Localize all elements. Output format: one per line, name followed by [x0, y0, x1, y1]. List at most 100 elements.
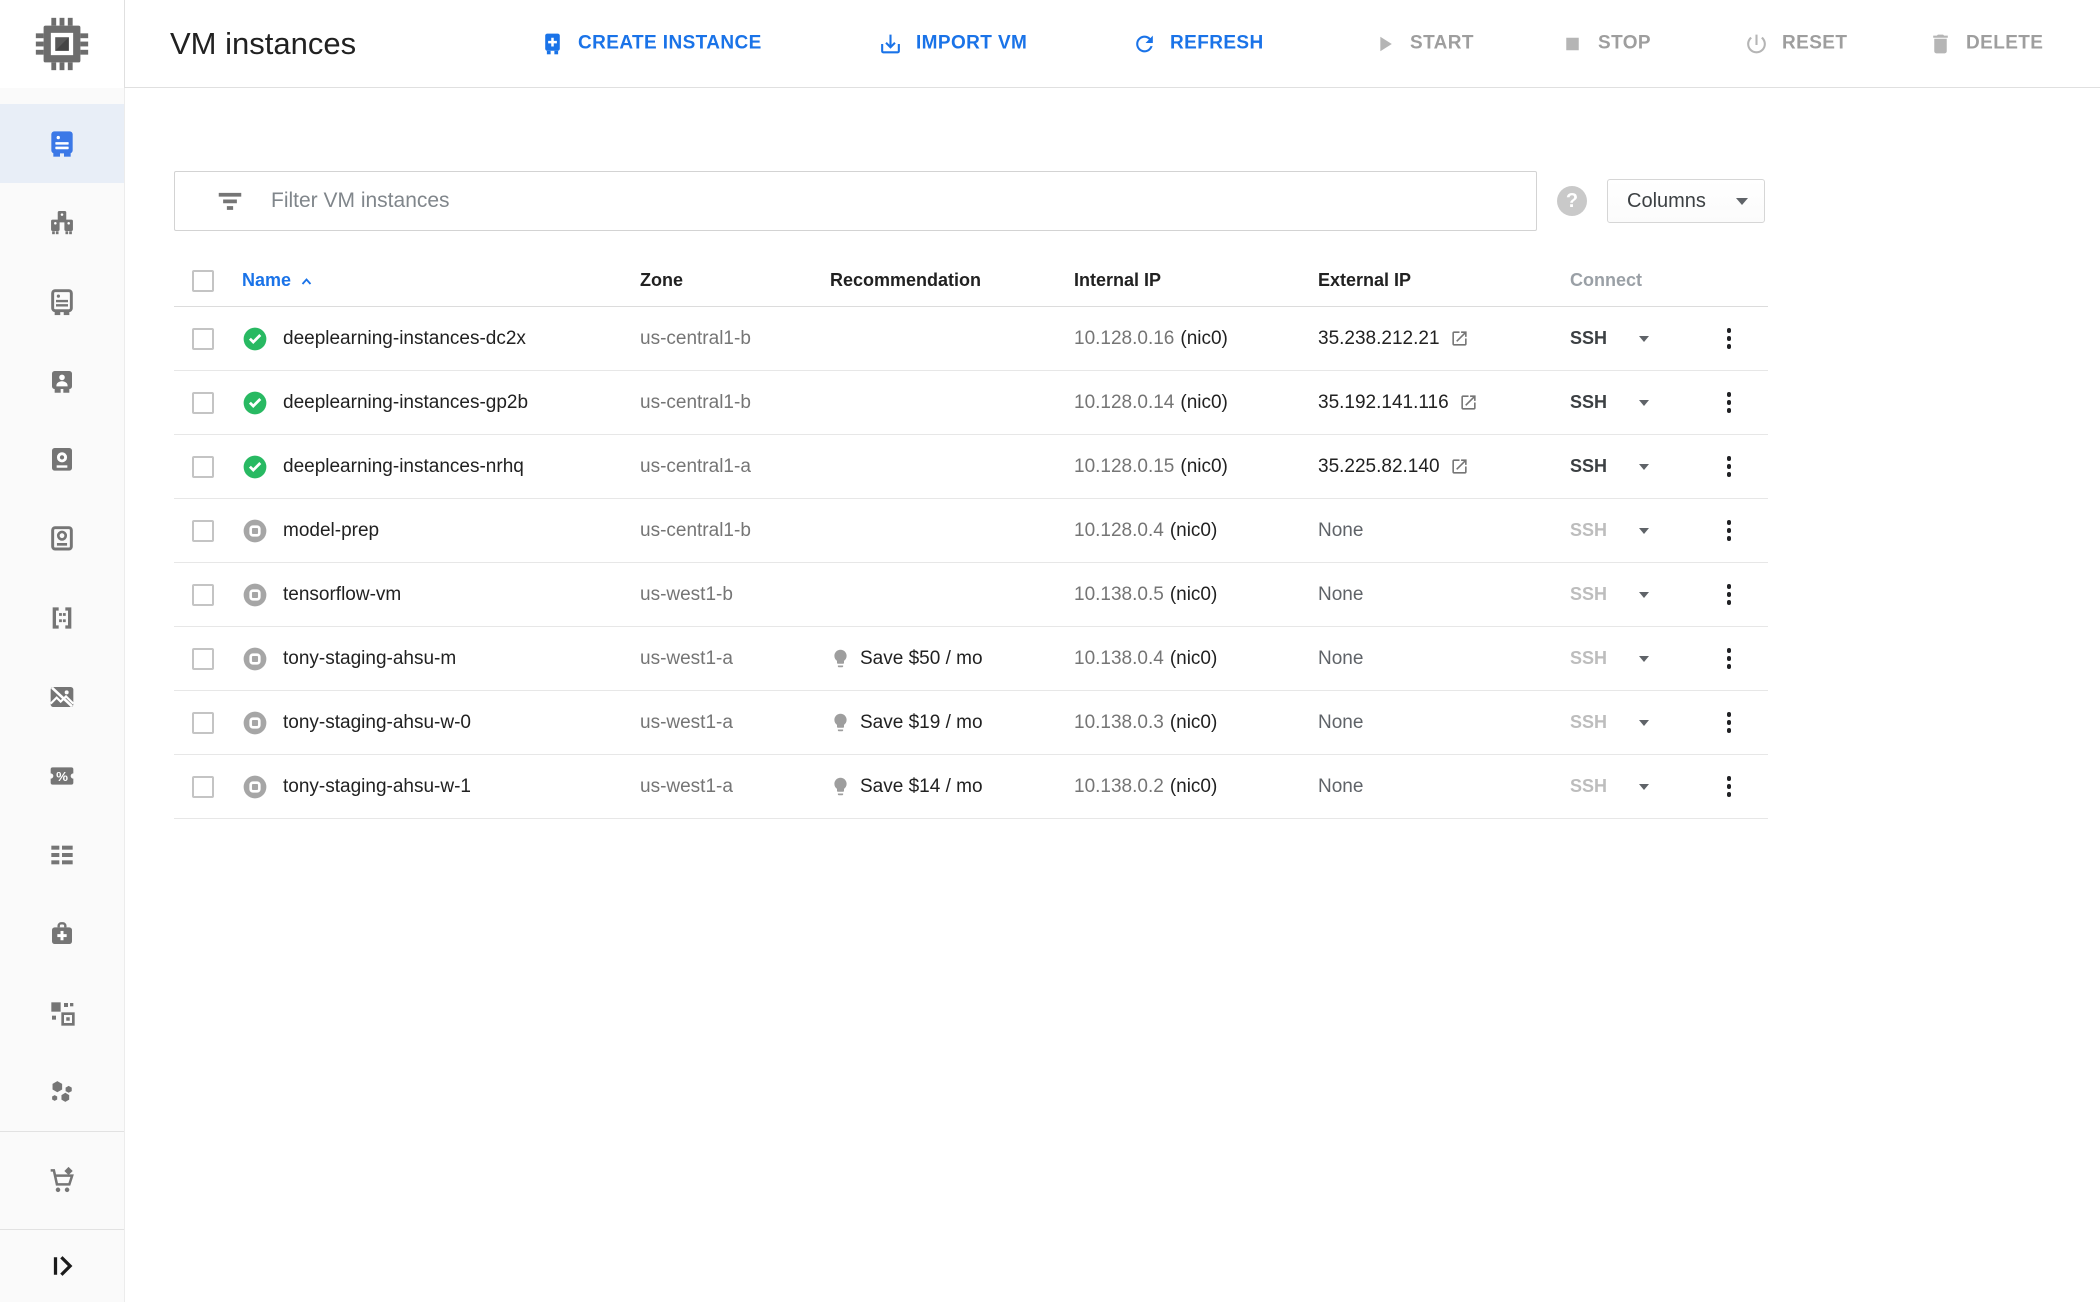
sole-tenant-nodes-icon	[46, 365, 78, 397]
reset-icon	[1744, 31, 1769, 56]
row-checkbox[interactable]	[192, 583, 214, 606]
create-instance-button[interactable]: CREATE INSTANCE	[540, 31, 762, 56]
instance-name[interactable]: tony-staging-ahsu-w-1	[283, 776, 640, 798]
sidebar-item-sole-tenant-nodes[interactable]	[0, 341, 124, 420]
ssh-button[interactable]: SSH	[1570, 328, 1607, 349]
reset-button[interactable]: RESET	[1744, 31, 1847, 56]
row-checkbox[interactable]	[192, 775, 214, 798]
recommendation-cell[interactable]: Save $19 / mo	[830, 712, 1074, 734]
ssh-button[interactable]: SSH	[1570, 392, 1607, 413]
select-all-checkbox[interactable]	[192, 269, 214, 292]
ssh-button[interactable]: SSH	[1570, 648, 1607, 669]
sidebar-item-marketplace[interactable]	[0, 1132, 124, 1229]
ssh-button[interactable]: SSH	[1570, 712, 1607, 733]
row-checkbox[interactable]	[192, 711, 214, 734]
zone-cell: us-central1-b	[640, 391, 751, 413]
internal-ip-value: 10.128.0.15	[1074, 455, 1175, 477]
columns-button[interactable]: Columns	[1607, 179, 1765, 223]
instance-name[interactable]: tony-staging-ahsu-w-0	[283, 712, 640, 734]
ssh-dropdown-caret[interactable]	[1639, 783, 1650, 790]
external-link-icon[interactable]	[1459, 393, 1478, 412]
sidebar-item-network-endpoint-groups[interactable]	[0, 1052, 124, 1131]
row-menu-button[interactable]	[1721, 386, 1738, 419]
external-link-icon[interactable]	[1450, 329, 1469, 348]
sidebar-item-metadata[interactable]	[0, 815, 124, 894]
internal-ip-cell: 10.138.0.2 (nic0)	[1074, 776, 1318, 798]
collapse-panel-button[interactable]	[0, 1230, 124, 1302]
row-checkbox[interactable]	[192, 647, 214, 670]
ssh-button[interactable]: SSH	[1570, 584, 1607, 605]
ssh-dropdown-caret[interactable]	[1639, 399, 1650, 406]
health-checks-icon	[46, 918, 78, 950]
instance-name[interactable]: tony-staging-ahsu-m	[283, 648, 640, 670]
external-ip-cell: None	[1318, 776, 1570, 798]
internal-ip-value: 10.138.0.5	[1074, 583, 1164, 605]
filter-box[interactable]	[174, 171, 1537, 231]
column-header-recommendation[interactable]: Recommendation	[830, 270, 981, 291]
stop-button[interactable]: STOP	[1560, 31, 1651, 56]
instance-name[interactable]: tensorflow-vm	[283, 584, 640, 606]
delete-button[interactable]: DELETE	[1928, 31, 2043, 56]
row-menu-button[interactable]	[1721, 450, 1738, 483]
ssh-button[interactable]: SSH	[1570, 456, 1607, 477]
import-vm-icon	[878, 31, 903, 56]
sidebar-item-zones[interactable]	[0, 973, 124, 1052]
row-menu-button[interactable]	[1721, 578, 1738, 611]
internal-ip-cell: 10.128.0.14 (nic0)	[1074, 392, 1318, 414]
row-menu-button[interactable]	[1721, 770, 1738, 803]
row-checkbox[interactable]	[192, 455, 214, 478]
table-header-row: Name Zone Recommendation Internal IP Ext…	[174, 255, 1768, 307]
ssh-dropdown-caret[interactable]	[1639, 527, 1650, 534]
column-header-internal-ip[interactable]: Internal IP	[1074, 270, 1161, 291]
column-header-name[interactable]: Name	[242, 270, 314, 291]
internal-ip-value: 10.128.0.14	[1074, 391, 1175, 413]
sidebar-item-images[interactable]	[0, 578, 124, 657]
row-menu-button[interactable]	[1721, 706, 1738, 739]
column-header-external-ip[interactable]: External IP	[1318, 270, 1411, 291]
instance-name[interactable]: deeplearning-instances-gp2b	[283, 392, 640, 414]
instance-name[interactable]: deeplearning-instances-dc2x	[283, 328, 640, 350]
sidebar-item-health-checks[interactable]	[0, 894, 124, 973]
ssh-dropdown-caret[interactable]	[1639, 591, 1650, 598]
sidebar-item-instance-templates[interactable]	[0, 262, 124, 341]
row-checkbox[interactable]	[192, 327, 214, 350]
ssh-dropdown-caret[interactable]	[1639, 655, 1650, 662]
sidebar-item-snapshots[interactable]	[0, 499, 124, 578]
table-row: model-prep us-central1-b 10.128.0.4 (nic…	[174, 499, 1768, 563]
vm-instances-icon	[46, 128, 78, 160]
ssh-dropdown-caret[interactable]	[1639, 335, 1650, 342]
start-button[interactable]: START	[1372, 31, 1474, 56]
row-menu-button[interactable]	[1721, 322, 1738, 355]
column-header-zone[interactable]: Zone	[640, 270, 683, 291]
sidebar-item-committed-use-discounts[interactable]: %	[0, 736, 124, 815]
sidebar-item-instance-groups[interactable]	[0, 183, 124, 262]
row-checkbox[interactable]	[192, 519, 214, 542]
ssh-button[interactable]: SSH	[1570, 776, 1607, 797]
instance-groups-icon	[46, 207, 78, 239]
ssh-button[interactable]: SSH	[1570, 520, 1607, 541]
sidebar-item-vm-instances[interactable]	[0, 104, 124, 183]
zone-cell: us-central1-a	[640, 455, 751, 477]
instance-name[interactable]: deeplearning-instances-nrhq	[283, 456, 640, 478]
ssh-dropdown-caret[interactable]	[1639, 719, 1650, 726]
reset-label: RESET	[1782, 32, 1848, 54]
import-vm-button[interactable]: IMPORT VM	[878, 31, 1027, 56]
help-icon[interactable]: ?	[1557, 186, 1587, 216]
instance-name[interactable]: model-prep	[283, 520, 640, 542]
marketplace-icon	[46, 1165, 78, 1197]
nic-label: (nic0)	[1180, 391, 1228, 413]
sidebar-item-disks[interactable]	[0, 420, 124, 499]
filter-input[interactable]	[269, 188, 1536, 214]
connect-cell: SSH	[1570, 584, 1690, 605]
row-checkbox[interactable]	[192, 391, 214, 414]
recommendation-cell[interactable]: Save $50 / mo	[830, 648, 1074, 670]
sidebar-item-tpus[interactable]	[0, 657, 124, 736]
row-menu-button[interactable]	[1721, 514, 1738, 547]
refresh-button[interactable]: REFRESH	[1132, 31, 1264, 56]
recommendation-cell[interactable]: Save $14 / mo	[830, 776, 1074, 798]
external-link-icon[interactable]	[1450, 457, 1469, 476]
internal-ip-value: 10.138.0.3	[1074, 711, 1164, 733]
content-area: ? Columns Name Zone Recommendation Inter…	[125, 88, 2100, 1302]
row-menu-button[interactable]	[1721, 642, 1738, 675]
ssh-dropdown-caret[interactable]	[1639, 463, 1650, 470]
